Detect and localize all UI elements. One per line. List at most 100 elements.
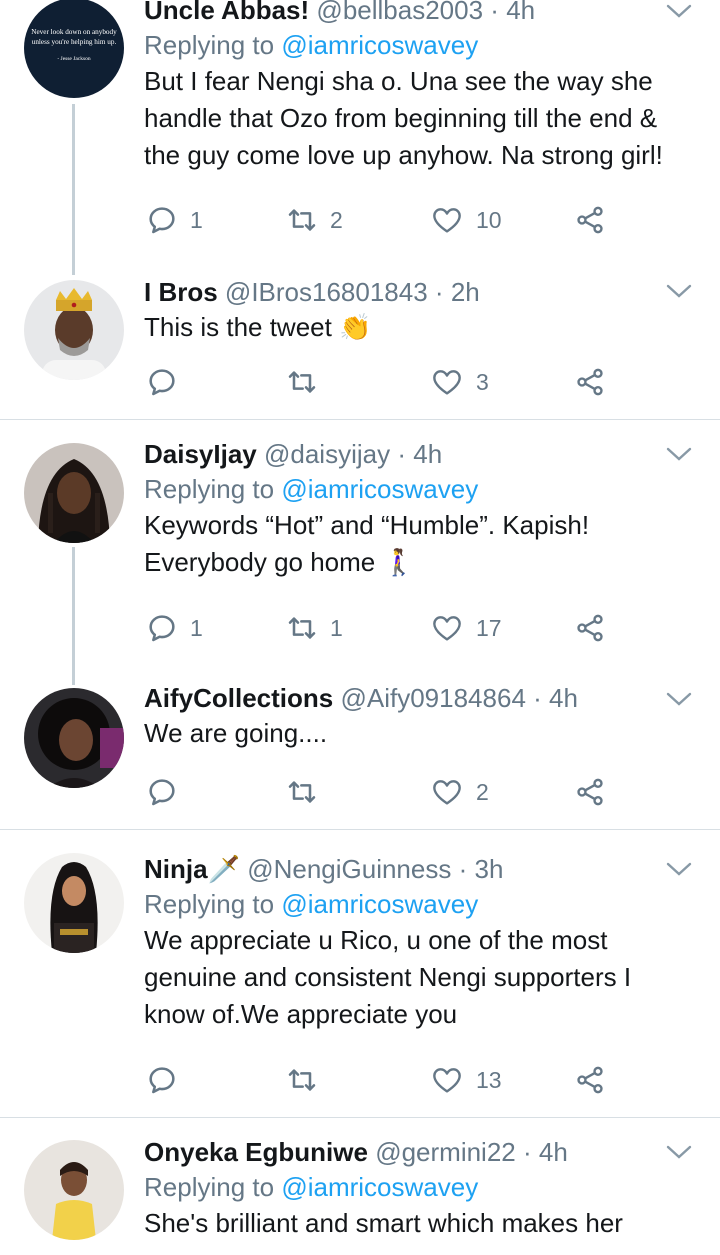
tweet-text: We are going.... <box>144 718 328 748</box>
heart-icon <box>433 370 461 395</box>
chevron-down-icon[interactable] <box>666 3 692 19</box>
avatar[interactable] <box>24 280 124 380</box>
tweet-onyeka-egbuniwe[interactable]: Onyeka Egbuniwe @germini22 · 4h Replying… <box>0 1118 720 1255</box>
replying-to: Replying to @iamricoswavey <box>144 889 479 919</box>
share-button[interactable] <box>574 1060 606 1100</box>
tweet-header: AifyCollections @Aify09184864 · 4h <box>144 683 578 713</box>
like-button[interactable]: 3 <box>430 362 489 402</box>
like-button[interactable]: 13 <box>430 1060 502 1100</box>
avatar[interactable] <box>24 443 124 543</box>
share-button[interactable] <box>574 362 606 402</box>
user-handle[interactable]: @daisyijay <box>264 439 390 469</box>
reply-mention-link[interactable]: @iamricoswavey <box>281 889 478 919</box>
display-name[interactable]: Onyeka Egbuniwe <box>144 1137 368 1167</box>
chevron-down-icon[interactable] <box>666 446 692 462</box>
retweet-button[interactable]: 1 <box>286 608 343 648</box>
heart-icon <box>433 208 461 233</box>
share-icon <box>577 1066 603 1094</box>
svg-text:- Jesse Jackson: - Jesse Jackson <box>57 56 91 62</box>
thread-line <box>72 547 75 685</box>
user-handle[interactable]: @IBros16801843 <box>225 277 428 307</box>
user-handle[interactable]: @bellbas2003 <box>316 0 483 25</box>
avatar[interactable] <box>24 688 124 788</box>
tweet-aifycollections[interactable]: AifyCollections @Aify09184864 · 4h We ar… <box>0 683 720 829</box>
tweet-text: She's brilliant and smart which makes he… <box>144 1208 623 1238</box>
retweet-button[interactable] <box>286 772 330 812</box>
tweet-i-bros[interactable]: I Bros @IBros16801843 · 2h This is the t… <box>0 275 720 420</box>
tweet-header: I Bros @IBros16801843 · 2h <box>144 277 480 307</box>
chevron-down-icon[interactable] <box>666 691 692 707</box>
timestamp[interactable]: 4h <box>549 683 578 713</box>
tweet-header: Uncle Abbas! @bellbas2003 · 4h <box>144 0 700 27</box>
tweet-header: Ninja🗡️ @NengiGuinness · 3h <box>144 854 504 884</box>
retweet-button[interactable]: 2 <box>286 200 343 240</box>
retweet-button[interactable] <box>286 362 330 402</box>
avatar[interactable] <box>24 1140 124 1240</box>
tweet-header: DaisyIjay @daisyijay · 4h <box>144 439 443 469</box>
retweet-icon <box>288 371 316 393</box>
user-handle[interactable]: @Aify09184864 <box>340 683 525 713</box>
share-icon <box>577 614 603 642</box>
display-name[interactable]: Uncle Abbas! <box>144 0 309 25</box>
timestamp[interactable]: 4h <box>413 439 442 469</box>
share-icon <box>577 206 603 234</box>
reply-icon <box>149 207 175 234</box>
svg-text:Never look down on anybody: Never look down on anybody <box>31 28 117 36</box>
chevron-down-icon[interactable] <box>666 861 692 877</box>
timestamp[interactable]: 3h <box>475 854 504 884</box>
heart-icon <box>433 780 461 805</box>
display-name[interactable]: AifyCollections <box>144 683 333 713</box>
replying-to: Replying to @iamricoswavey <box>144 474 479 504</box>
share-button[interactable] <box>574 200 606 240</box>
retweet-icon <box>288 781 316 803</box>
heart-icon <box>433 616 461 641</box>
reply-icon <box>149 1067 175 1094</box>
like-button[interactable]: 10 <box>430 200 502 240</box>
reply-mention-link[interactable]: @iamricoswavey <box>281 474 478 504</box>
avatar[interactable]: Never look down on anybody unless you're… <box>24 0 124 98</box>
timestamp[interactable]: 4h <box>506 0 535 25</box>
reply-button[interactable] <box>146 772 190 812</box>
tweet-ninja[interactable]: Ninja🗡️ @NengiGuinness · 3h Replying to … <box>0 830 720 1118</box>
reply-button[interactable]: 1 <box>146 200 203 240</box>
user-handle[interactable]: @germini22 <box>375 1137 516 1167</box>
reply-mention-link[interactable]: @iamricoswavey <box>281 1172 478 1202</box>
reply-button[interactable] <box>146 1060 190 1100</box>
reply-icon <box>149 779 175 806</box>
tweet-uncle-abbas[interactable]: Never look down on anybody unless you're… <box>0 0 720 275</box>
timestamp[interactable]: 4h <box>539 1137 568 1167</box>
tweet-text: But I fear Nengi sha o. Una see the way … <box>144 66 663 170</box>
share-icon <box>577 368 603 396</box>
tweet-text: We appreciate u Rico, u one of the most … <box>144 925 632 1029</box>
retweet-icon <box>288 209 316 231</box>
display-name[interactable]: I Bros <box>144 277 218 307</box>
reply-button[interactable] <box>146 362 190 402</box>
reply-icon <box>149 615 175 642</box>
retweet-icon <box>288 617 316 639</box>
svg-text:unless you're helping him up.: unless you're helping him up. <box>32 38 117 46</box>
like-button[interactable]: 2 <box>430 772 489 812</box>
chevron-down-icon[interactable] <box>666 1144 692 1160</box>
avatar[interactable] <box>24 853 124 953</box>
user-handle[interactable]: @NengiGuinness <box>247 854 451 884</box>
tweet-daisyijay[interactable]: DaisyIjay @daisyijay · 4h Replying to @i… <box>0 420 720 685</box>
display-name[interactable]: Ninja🗡️ <box>144 854 240 884</box>
retweet-icon <box>288 1069 316 1091</box>
retweet-button[interactable] <box>286 1060 330 1100</box>
chevron-down-icon[interactable] <box>666 283 692 299</box>
tweet-header: Onyeka Egbuniwe @germini22 · 4h <box>144 1137 568 1167</box>
thread-line <box>72 104 75 275</box>
reply-mention-link[interactable]: @iamricoswavey <box>281 30 478 60</box>
share-button[interactable] <box>574 772 606 812</box>
share-button[interactable] <box>574 608 606 648</box>
tweet-text: Keywords “Hot” and “Humble”. Kapish! Eve… <box>144 510 590 577</box>
heart-icon <box>433 1068 461 1093</box>
display-name[interactable]: DaisyIjay <box>144 439 257 469</box>
replying-to: Replying to @iamricoswavey <box>144 30 479 60</box>
like-button[interactable]: 17 <box>430 608 502 648</box>
share-icon <box>577 778 603 806</box>
reply-button[interactable]: 1 <box>146 608 203 648</box>
reply-icon <box>149 369 175 396</box>
timestamp[interactable]: 2h <box>451 277 480 307</box>
tweet-text: This is the tweet 👏 <box>144 312 372 342</box>
